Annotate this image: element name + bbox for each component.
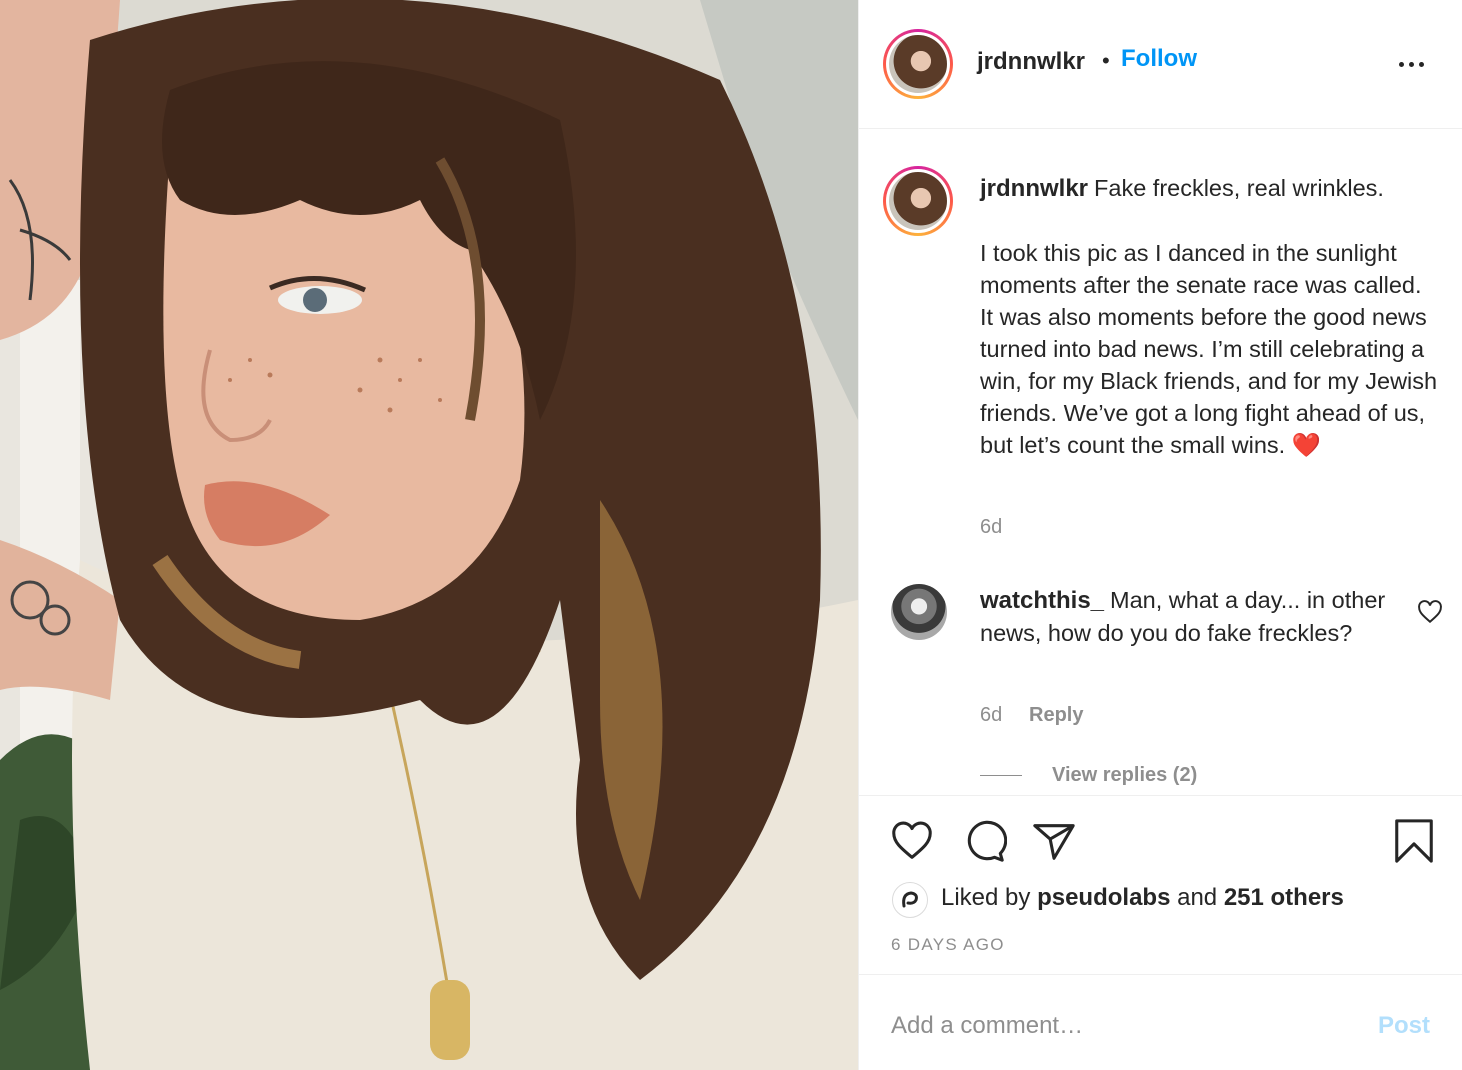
post-date[interactable]: 6 DAYS AGO xyxy=(891,935,1005,955)
reply-button[interactable]: Reply xyxy=(1029,704,1083,727)
bookmark-icon[interactable] xyxy=(1391,818,1437,864)
post-sidebar: jrdnnwlkr • Follow jrdnnwlkr Fake freckle… xyxy=(858,0,1462,1070)
caption-username[interactable]: jrdnnwlkr xyxy=(980,175,1088,202)
comment-heart-icon[interactable] xyxy=(1417,600,1443,624)
liker-username[interactable]: pseudolabs xyxy=(1037,884,1170,911)
caption-timestamp[interactable]: 6d xyxy=(980,516,1002,539)
comment-bubble-icon[interactable] xyxy=(961,818,1008,864)
caption-body: I took this pic as I danced in the sunli… xyxy=(980,240,1438,458)
commenter-avatar[interactable] xyxy=(891,584,947,640)
view-replies-button[interactable]: View replies (2) xyxy=(1052,764,1197,787)
likes-and: and xyxy=(1177,884,1218,911)
action-bar: Liked by pseudolabs and 251 others 6 DAY… xyxy=(859,795,1462,975)
caption-first-line: Fake freckles, real wrinkles. xyxy=(1094,175,1384,201)
post-header: jrdnnwlkr • Follow xyxy=(859,0,1462,129)
liker-avatar[interactable] xyxy=(892,882,928,918)
paper-plane-icon[interactable] xyxy=(1031,818,1077,864)
caption-author-avatar[interactable] xyxy=(883,166,953,236)
comment-input[interactable] xyxy=(891,1006,1331,1046)
author-username[interactable]: jrdnnwlkr xyxy=(977,48,1085,76)
likes-summary: Liked by pseudolabs and 251 others xyxy=(941,884,1344,912)
more-options-icon[interactable] xyxy=(1391,50,1431,78)
caption-text: jrdnnwlkr Fake freckles, real wrinkles. I… xyxy=(980,172,1440,461)
post-photo[interactable] xyxy=(0,0,858,1070)
add-comment-bar: Post xyxy=(859,976,1462,1070)
replies-divider xyxy=(980,775,1022,776)
likes-others-link[interactable]: 251 others xyxy=(1224,884,1344,911)
comments-section[interactable]: jrdnnwlkr Fake freckles, real wrinkles. I… xyxy=(859,130,1462,794)
heart-icon[interactable] xyxy=(889,818,935,864)
follow-button[interactable]: Follow xyxy=(1121,45,1197,73)
post-comment-button[interactable]: Post xyxy=(1378,1012,1430,1040)
commenter-username[interactable]: watchthis_ xyxy=(980,587,1104,614)
likes-prefix: Liked by xyxy=(941,884,1031,911)
separator-dot: • xyxy=(1102,48,1110,73)
comment-text: watchthis_ Man, what a day... in other ne… xyxy=(980,584,1400,649)
red-heart-emoji: ❤️ xyxy=(1291,432,1322,458)
comment-timestamp[interactable]: 6d xyxy=(980,704,1002,727)
portrait-illustration xyxy=(0,0,858,1070)
author-avatar[interactable] xyxy=(883,29,953,99)
